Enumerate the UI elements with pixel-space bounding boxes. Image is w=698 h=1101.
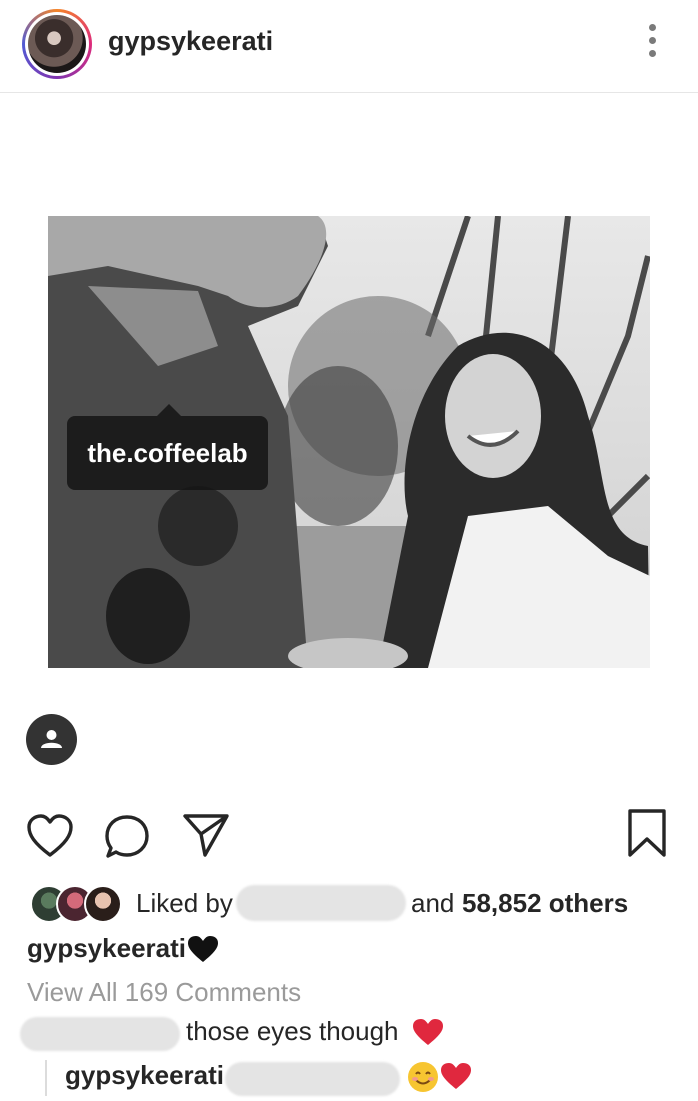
- bookmark-icon[interactable]: [627, 808, 667, 858]
- smiling-face-emoji-icon: [408, 1062, 438, 1092]
- red-heart-emoji-icon: [413, 1019, 443, 1045]
- redacted-username: [236, 885, 406, 921]
- reply-username[interactable]: gypsykeerati: [65, 1060, 224, 1091]
- vertical-dots-icon[interactable]: [640, 24, 664, 66]
- redacted-commenter: [20, 1017, 180, 1051]
- post-header: gypsykeerati: [0, 0, 698, 93]
- avatar-image: [28, 15, 86, 73]
- speech-bubble-icon[interactable]: [103, 813, 151, 861]
- comment-text: those eyes though: [186, 1016, 399, 1046]
- post-username[interactable]: gypsykeerati: [108, 26, 273, 57]
- view-all-comments-link[interactable]: View All 169 Comments: [27, 977, 301, 1008]
- reply-indent-line: [45, 1060, 47, 1096]
- liked-by-label: Liked by: [136, 888, 233, 918]
- liker-avatar[interactable]: [84, 885, 122, 923]
- likes-row: Liked by and 58,852 others: [30, 885, 680, 923]
- heart-outline-icon[interactable]: [26, 813, 74, 859]
- person-icon[interactable]: [26, 714, 77, 765]
- caption-username[interactable]: gypsykeerati: [27, 933, 186, 964]
- likes-count[interactable]: 58,852 others: [462, 888, 628, 919]
- avatar[interactable]: [22, 9, 92, 79]
- redacted-mention: [225, 1062, 400, 1096]
- likes-and-label: and: [411, 888, 455, 918]
- photo-tag[interactable]: the.coffeelab: [67, 404, 268, 490]
- paper-plane-icon[interactable]: [182, 812, 230, 858]
- red-heart-emoji-icon: [441, 1063, 471, 1089]
- black-heart-emoji-icon: [188, 936, 218, 962]
